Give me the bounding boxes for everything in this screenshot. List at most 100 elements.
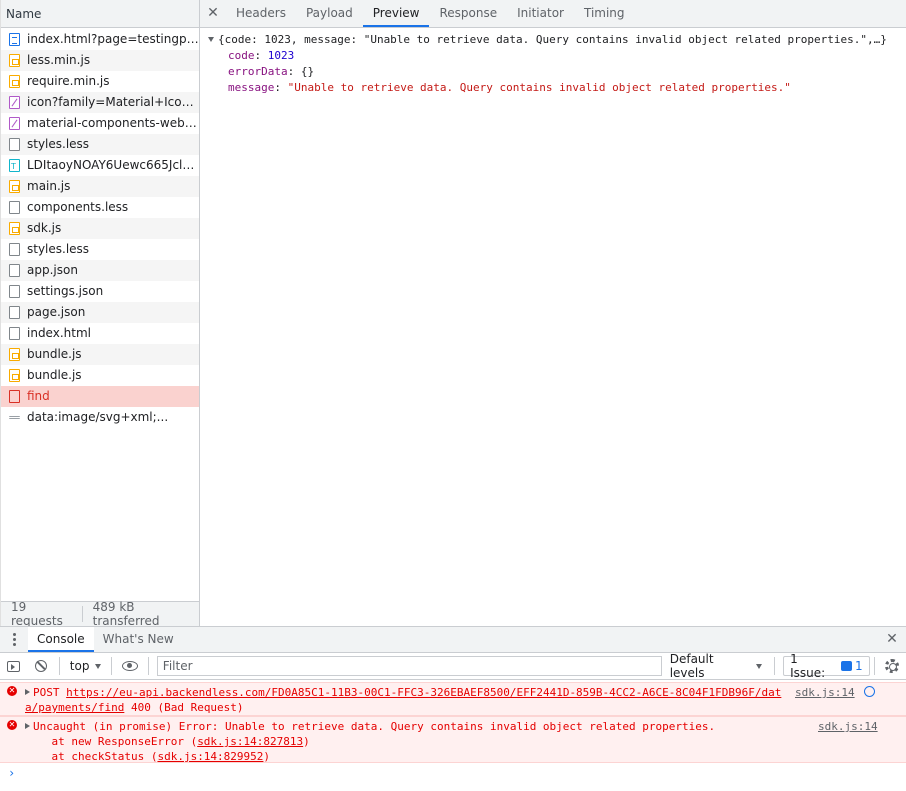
errordata-key: errorData <box>228 65 288 78</box>
source-link[interactable]: sdk.js:14 <box>818 719 878 734</box>
request-row[interactable]: icon?family=Material+Icons+... <box>1 92 199 113</box>
block-icon <box>35 660 48 672</box>
file-icon <box>9 306 20 319</box>
tab-initiator[interactable]: Initiator <box>507 0 574 27</box>
filter-input[interactable] <box>156 656 662 676</box>
expand-triangle-icon[interactable] <box>25 689 30 695</box>
tab-timing[interactable]: Timing <box>574 0 635 27</box>
js-icon <box>9 222 20 235</box>
message-value: "Unable to retrieve data. Query contains… <box>287 81 791 94</box>
name-column-header[interactable]: Name <box>1 0 199 28</box>
transferred-size: 489 kB transferred <box>92 600 160 628</box>
errordata-value: {} <box>300 65 315 78</box>
request-name: page.json <box>27 305 86 319</box>
code-key: code <box>228 49 255 62</box>
request-count: 19 requests <box>11 600 63 628</box>
stack-link[interactable]: sdk.js:14:827813 <box>197 735 303 748</box>
network-panel: Name index.html?page=testingpage2 less.mi… <box>0 0 906 628</box>
request-row[interactable]: index.html?page=testingpage2 <box>1 29 199 50</box>
expand-triangle-icon[interactable] <box>208 37 214 42</box>
show-sidebar-button[interactable] <box>0 653 27 680</box>
message-key: message <box>228 81 275 94</box>
tab-response[interactable]: Response <box>429 0 507 27</box>
drawer-tab-bar: Console What's New ✕ <box>0 627 906 653</box>
stack-prefix: at new ResponseError ( <box>25 735 198 748</box>
request-name: less.min.js <box>27 53 91 67</box>
issues-button[interactable]: 1 Issue: 1 <box>783 652 870 680</box>
request-row[interactable]: bundle.js <box>1 344 199 365</box>
preview-summary: {code: 1023, message: "Unable to retriev… <box>218 33 887 46</box>
close-icon[interactable]: ✕ <box>200 0 226 27</box>
preview-code-line: code: 1023 <box>228 49 295 62</box>
expand-triangle-icon[interactable] <box>25 723 30 729</box>
stack-prefix: at checkStatus ( <box>25 750 158 763</box>
request-url-link[interactable]: https://eu-api.backendless.com/FD0A85C1-… <box>66 686 781 699</box>
file-icon <box>9 201 20 214</box>
issues-count: 1 <box>855 659 863 673</box>
error-icon: ✕ <box>7 720 17 730</box>
context-selector[interactable]: top <box>64 659 108 673</box>
file-icon <box>9 243 20 256</box>
request-row[interactable]: components.less <box>1 197 199 218</box>
request-name: index.html <box>27 326 91 340</box>
request-row[interactable]: data:image/svg+xml;... <box>1 407 199 428</box>
request-row[interactable]: require.min.js <box>1 71 199 92</box>
request-name: material-components-web.mi... <box>27 116 199 130</box>
clear-console-button[interactable] <box>27 653 54 680</box>
js-icon <box>9 348 20 361</box>
tab-headers[interactable]: Headers <box>226 0 296 27</box>
source-link[interactable]: sdk.js:14 <box>795 685 855 700</box>
stack-suffix: ) <box>263 750 271 763</box>
preview-pane: {code: 1023, message: "Unable to retriev… <box>200 28 906 100</box>
console-settings-button[interactable] <box>879 653 906 680</box>
more-options-icon[interactable] <box>0 627 28 652</box>
request-row[interactable]: styles.less <box>1 134 199 155</box>
js-icon <box>9 54 20 67</box>
request-row[interactable]: app.json <box>1 260 199 281</box>
request-row[interactable]: main.js <box>1 176 199 197</box>
console-drawer: Console What's New ✕ top Default levels … <box>0 626 906 791</box>
font-icon <box>9 96 20 109</box>
request-name: sdk.js <box>27 221 62 235</box>
close-drawer-icon[interactable]: ✕ <box>878 627 906 652</box>
divider <box>111 657 113 675</box>
request-row[interactable]: page.json <box>1 302 199 323</box>
live-expression-button[interactable] <box>116 653 143 680</box>
data-icon <box>9 416 20 419</box>
error-text: Uncaught (in promise) Error: Unable to r… <box>33 720 716 733</box>
file-icon <box>9 285 20 298</box>
request-name: settings.json <box>27 284 104 298</box>
network-request-icon[interactable] <box>864 686 875 697</box>
tab-console[interactable]: Console <box>28 627 94 652</box>
status-text: 400 (Bad Request) <box>124 701 244 714</box>
request-row[interactable]: settings.json <box>1 281 199 302</box>
stack-link[interactable]: sdk.js:14:829952 <box>157 750 263 763</box>
chevron-down-icon <box>756 663 763 669</box>
request-row[interactable]: material-components-web.mi... <box>1 113 199 134</box>
console-toolbar: top Default levels 1 Issue: 1 <box>0 652 906 680</box>
preview-summary-line[interactable]: {code: 1023, message: "Unable to retriev… <box>208 32 898 48</box>
request-name: styles.less <box>27 137 90 151</box>
text-icon <box>9 156 20 176</box>
request-row[interactable]: index.html <box>1 323 199 344</box>
js-icon <box>9 180 20 193</box>
console-prompt[interactable]: › <box>8 766 15 780</box>
request-row[interactable]: bundle.js <box>1 365 199 386</box>
issues-label: 1 Issue: <box>790 652 826 680</box>
request-name: bundle.js <box>27 368 82 382</box>
request-row[interactable]: find <box>1 386 199 407</box>
request-name: components.less <box>27 200 129 214</box>
request-rows: index.html?page=testingpage2 less.min.js r… <box>1 29 199 428</box>
request-name: index.html?page=testingpage2 <box>27 32 199 46</box>
tab-preview[interactable]: Preview <box>362 0 430 27</box>
tab-whats-new[interactable]: What's New <box>94 627 183 652</box>
tab-payload[interactable]: Payload <box>296 0 363 27</box>
request-row[interactable]: sdk.js <box>1 218 199 239</box>
request-row[interactable]: less.min.js <box>1 50 199 71</box>
log-levels-dropdown[interactable]: Default levels <box>662 652 770 680</box>
request-url-link-cont[interactable]: a/payments/find <box>25 701 124 714</box>
file-icon <box>9 138 20 151</box>
request-row[interactable]: LDItaoyNOAY6Uewc665JclzCK... <box>1 155 199 176</box>
request-row[interactable]: styles.less <box>1 239 199 260</box>
gear-icon <box>885 659 900 673</box>
